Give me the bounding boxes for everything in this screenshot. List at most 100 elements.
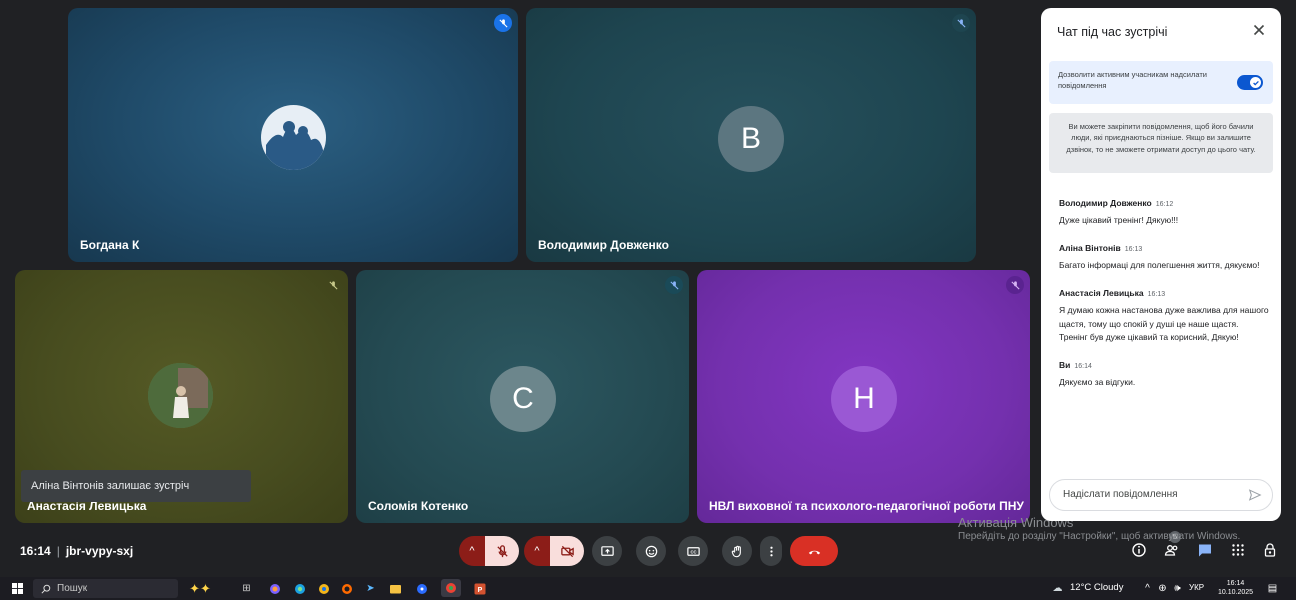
meeting-code: jbr-vypy-sxj xyxy=(65,544,134,558)
more-vert-icon xyxy=(769,546,773,556)
info-icon xyxy=(1132,543,1146,557)
hand-icon xyxy=(731,545,741,557)
apps-grid-icon xyxy=(1232,544,1244,556)
emoji-icon xyxy=(645,545,657,557)
file-explorer-icon[interactable] xyxy=(388,581,403,596)
windows-activation-subtitle: Перейдіть до розділу "Настройки", щоб ак… xyxy=(958,531,1241,542)
chrome-profile-icon[interactable] xyxy=(441,579,461,597)
participant-name: Соломія Котенко xyxy=(368,499,469,513)
present-icon xyxy=(600,545,614,556)
clock-time: 16:14 xyxy=(1226,580,1245,587)
people-icon xyxy=(1164,545,1178,556)
leave-notification-toast: Аліна Вінтонів залишає зустріч xyxy=(21,470,251,502)
reactions-button[interactable] xyxy=(636,536,666,566)
powerpoint-icon[interactable]: P xyxy=(472,581,487,596)
tray-expand-icon[interactable]: ^ xyxy=(1140,581,1155,596)
meeting-details-button[interactable] xyxy=(1128,539,1150,561)
check-icon xyxy=(1252,80,1259,86)
present-screen-button[interactable] xyxy=(592,536,622,566)
volume-icon[interactable]: 🕪 xyxy=(1170,581,1185,596)
message-time: 16:13 xyxy=(1124,246,1143,254)
muted-mic-icon xyxy=(952,14,970,32)
participant-name: Володимир Довженко xyxy=(538,238,669,252)
taskbar-clock[interactable]: 16:14 10.10.2025 xyxy=(1218,579,1253,597)
notifications-icon[interactable]: ▤ xyxy=(1265,581,1280,596)
windows-start-icon[interactable] xyxy=(10,581,25,596)
message-author: Ви xyxy=(1059,359,1071,370)
chat-message: Анастасія Левицька 16:13 Я думаю кожна на… xyxy=(1059,283,1269,344)
pin-message-info: Ви можете закріпити повідомлення, щоб йо… xyxy=(1049,113,1273,173)
participant-tile-volodymyr[interactable]: В Володимир Довженко xyxy=(526,8,976,262)
captions-icon: CC xyxy=(686,546,700,556)
search-icon xyxy=(41,584,51,594)
participant-tile-nvl[interactable]: Н НВЛ виховної та психолого-педагогічної… xyxy=(697,270,1030,523)
taskbar-search-label: Пошук xyxy=(57,583,88,594)
captions-button[interactable]: CC xyxy=(678,536,708,566)
allow-messages-toggle[interactable] xyxy=(1237,75,1263,90)
hang-up-icon xyxy=(808,550,820,554)
muted-mic-icon xyxy=(665,276,683,294)
copilot-app-icon[interactable] xyxy=(267,581,282,596)
chat-button[interactable] xyxy=(1194,539,1216,561)
media-app-icon[interactable] xyxy=(414,581,429,596)
activities-button[interactable] xyxy=(1227,539,1249,561)
raise-hand-button[interactable] xyxy=(722,536,752,566)
task-view-icon[interactable]: ⊞ xyxy=(239,581,254,596)
weather-text[interactable]: 12°C Cloudy xyxy=(1070,582,1123,593)
svg-text:CC: CC xyxy=(690,549,696,554)
network-icon[interactable]: ⊕ xyxy=(1155,581,1170,596)
message-time: 16:14 xyxy=(1074,362,1092,370)
muted-mic-icon xyxy=(1006,276,1024,294)
taskbar-search[interactable]: Пошук xyxy=(33,579,178,598)
allow-messages-label: Дозволити активним учасникам надсилати п… xyxy=(1058,70,1207,90)
message-text: Я думаю кожна настанова дуже важлива для… xyxy=(1059,305,1269,342)
more-options-button[interactable] xyxy=(760,536,782,566)
mic-toggle-button[interactable] xyxy=(485,536,519,566)
participant-tile-solomiia[interactable]: С Соломія Котенко xyxy=(356,270,689,523)
message-author: Аліна Вінтонів xyxy=(1059,243,1121,254)
chat-input-placeholder: Надіслати повідомлення xyxy=(1063,489,1178,500)
participant-name: НВЛ виховної та психолого-педагогічної р… xyxy=(709,499,1024,513)
message-time: 16:12 xyxy=(1155,201,1174,208)
meeting-info: 16:14 | jbr-vypy-sxj xyxy=(20,544,133,558)
send-icon[interactable] xyxy=(1248,488,1262,502)
weather-cloud-icon[interactable]: ☁ xyxy=(1050,581,1065,596)
message-text: Дуже цікавий тренінг! Дякую!!! xyxy=(1059,215,1179,225)
toggle-knob xyxy=(1250,77,1261,88)
edge-icon[interactable] xyxy=(292,581,307,596)
avatar-initial: С xyxy=(490,366,556,432)
svg-text:P: P xyxy=(477,587,482,594)
people-button[interactable]: 5 xyxy=(1161,531,1183,561)
avatar-initial: В xyxy=(718,106,784,172)
lock-person-icon xyxy=(1264,543,1276,557)
chat-message: Аліна Вінтонів 16:13 Багато інформаці для… xyxy=(1059,238,1269,272)
chat-panel: Чат під час зустрічі Дозволити активним … xyxy=(1041,8,1281,521)
camera-off-icon xyxy=(560,545,574,557)
chat-message-input[interactable]: Надіслати повідомлення xyxy=(1049,479,1273,511)
copilot-sparkle-icon[interactable]: ✦✦ xyxy=(180,581,220,596)
participant-name: Богдана К xyxy=(80,238,140,252)
muted-mic-icon xyxy=(494,14,512,32)
chat-icon xyxy=(1199,544,1211,557)
message-text: Багато інформаці для полегшення життя, д… xyxy=(1059,260,1260,271)
message-text: Дякуємо за відгуки. xyxy=(1059,376,1136,387)
audio-options-chevron[interactable]: ^ xyxy=(459,536,485,566)
participant-tile-bohdana[interactable]: Богдана К xyxy=(68,8,518,262)
close-icon[interactable] xyxy=(1251,22,1267,38)
meeting-time: 16:14 xyxy=(20,544,51,558)
avatar-photo xyxy=(261,105,326,170)
input-language[interactable]: УКР xyxy=(1189,583,1204,592)
video-options-chevron[interactable]: ^ xyxy=(524,536,550,566)
camera-toggle-button[interactable] xyxy=(550,536,584,566)
host-controls-button[interactable] xyxy=(1259,539,1281,561)
app-shortcut-icon[interactable]: ➤ xyxy=(363,581,378,596)
chat-message: Ви 16:14 Дякуємо за відгуки. xyxy=(1059,355,1269,389)
message-time: 16:13 xyxy=(1147,291,1166,299)
allow-messages-setting: Дозволити активним учасникам надсилати п… xyxy=(1049,61,1273,104)
mic-off-icon xyxy=(496,544,508,557)
opera-icon[interactable] xyxy=(339,581,354,596)
meeting-info-separator: | xyxy=(56,544,60,558)
leave-call-button[interactable] xyxy=(790,536,838,566)
chrome-icon[interactable] xyxy=(316,581,331,596)
message-author: Анастасія Левицька xyxy=(1059,288,1144,299)
